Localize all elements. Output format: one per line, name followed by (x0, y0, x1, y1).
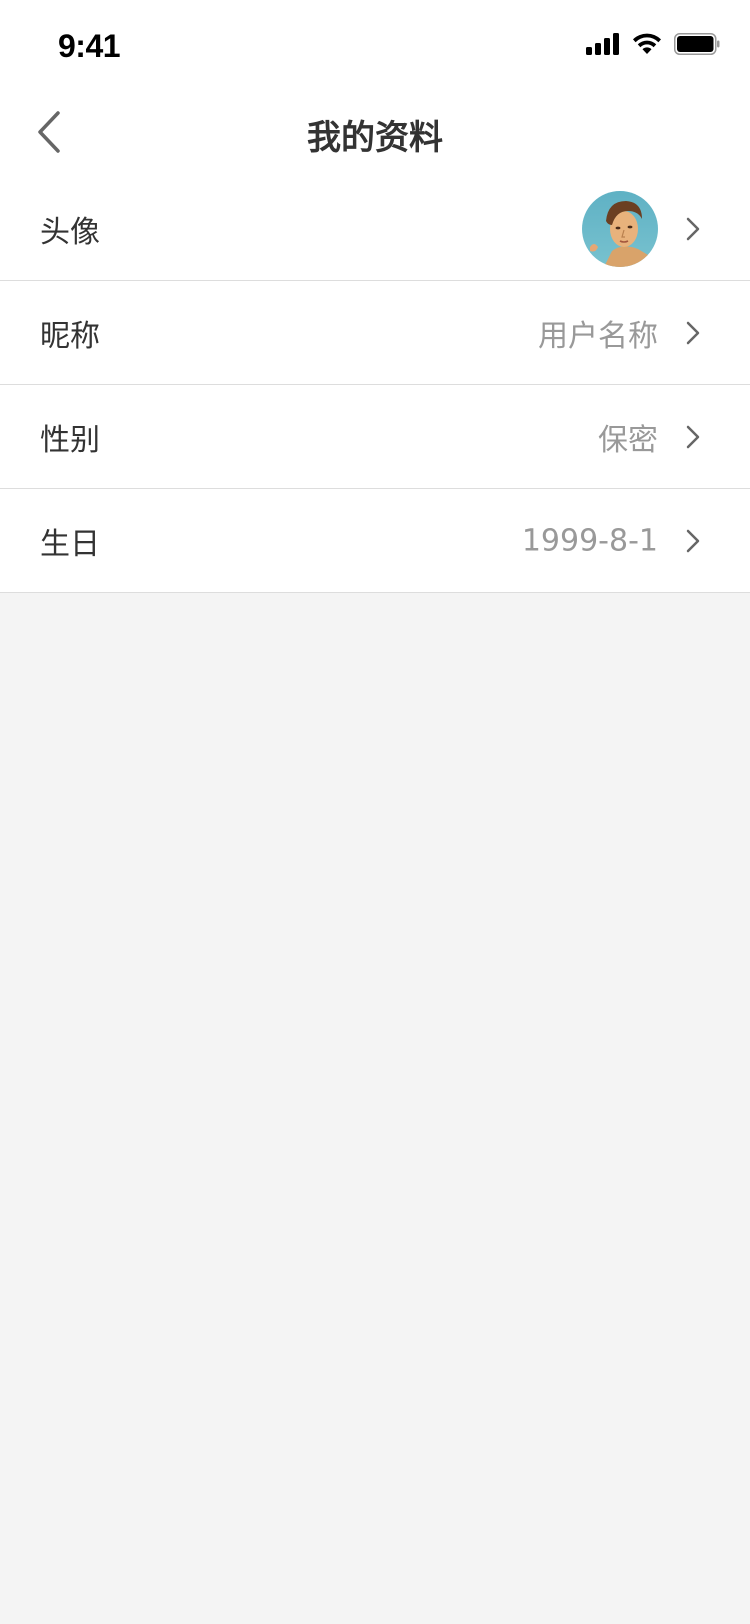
status-time: 9:41 (58, 28, 121, 64)
row-birthday[interactable]: 生日 1999-8-1 (0, 489, 750, 593)
avatar[interactable] (582, 191, 658, 267)
row-gender[interactable]: 性别 保密 (0, 385, 750, 489)
status-icons (586, 32, 720, 60)
page-title: 我的资料 (307, 118, 443, 158)
row-nickname[interactable]: 昵称 用户名称 (0, 281, 750, 385)
battery-icon (674, 33, 720, 59)
chevron-right-icon (684, 527, 702, 555)
chevron-right-icon (684, 319, 702, 347)
nav-bar: 我的资料 (0, 88, 750, 178)
row-value: 1999-8-1 (521, 523, 658, 558)
row-label: 昵称 (40, 318, 100, 354)
wifi-icon (632, 33, 662, 59)
row-label: 性别 (40, 422, 100, 458)
row-label: 生日 (40, 526, 100, 562)
status-bar: 9:41 (0, 0, 750, 88)
chevron-right-icon (684, 215, 702, 243)
row-value: 用户名称 (538, 318, 658, 354)
row-value: 保密 (598, 422, 658, 458)
signal-icon (586, 33, 620, 59)
row-label: 头像 (40, 215, 100, 250)
row-avatar[interactable]: 头像 (0, 178, 750, 281)
profile-list: 头像 昵称 用户名称 性别 保密 生日 1999-8-1 (0, 178, 750, 593)
chevron-right-icon (684, 423, 702, 451)
